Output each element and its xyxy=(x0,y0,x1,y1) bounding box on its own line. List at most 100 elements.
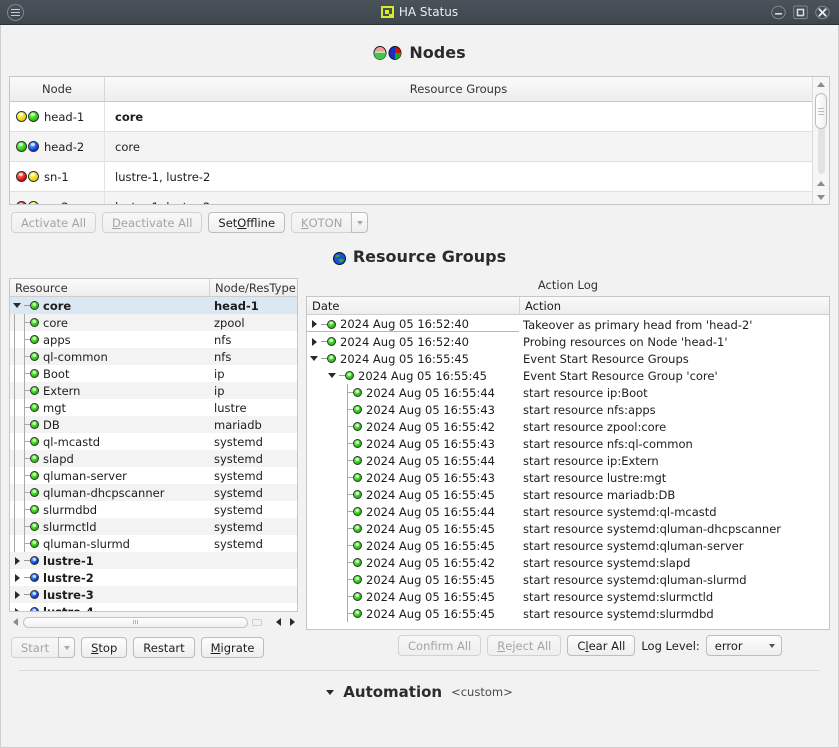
nodes-scroll-thumb[interactable] xyxy=(815,93,827,129)
resource-tree-row[interactable]: ql-mcastd systemd xyxy=(10,433,297,450)
action-log-row[interactable]: 2024 Aug 05 16:52:40 Takeover as primary … xyxy=(307,316,829,333)
resource-tree-row[interactable]: DB mariadb xyxy=(10,416,297,433)
action-log-row[interactable]: 2024 Aug 05 16:55:45 start resource syste… xyxy=(307,571,829,588)
twisty-collapsed-icon[interactable] xyxy=(10,573,24,582)
set-offline-button[interactable]: Set Offline xyxy=(208,212,286,233)
resource-col-type[interactable]: Node/ResType xyxy=(209,279,297,296)
action-log-row[interactable]: 2024 Aug 05 16:55:42 start resource syste… xyxy=(307,554,829,571)
scroll-page-icon[interactable] xyxy=(817,176,825,190)
resource-tree-row[interactable]: lustre-4 xyxy=(10,603,297,611)
resource-tree-box: Resource Node/ResType core head-1 core zpoo… xyxy=(9,278,298,612)
action-log-row[interactable]: 2024 Aug 05 16:55:44 start resource syste… xyxy=(307,503,829,520)
nodes-col-groups[interactable]: Resource Groups xyxy=(105,77,812,101)
resource-tree-row[interactable]: lustre-3 xyxy=(10,586,297,603)
action-log-row[interactable]: 2024 Aug 05 16:55:44 start resource ip:Bo… xyxy=(307,384,829,401)
node-groups-cell: lustre-1, lustre-2 xyxy=(105,192,812,205)
node-name: sn-2 xyxy=(44,200,69,205)
action-log-row[interactable]: 2024 Aug 05 16:55:45 Event Start Resource… xyxy=(307,350,829,367)
twisty-collapsed-icon[interactable] xyxy=(10,556,24,565)
action-log-row[interactable]: 2024 Aug 05 16:55:43 start resource nfs:q… xyxy=(307,435,829,452)
resource-tree-row[interactable]: slapd systemd xyxy=(10,450,297,467)
close-button[interactable] xyxy=(815,5,830,20)
status-led-green xyxy=(30,318,39,327)
log-action-cell: Takeover as primary head from 'head-2' xyxy=(523,317,753,332)
hscroll-page-left-icon[interactable] xyxy=(272,618,284,626)
nodes-scroll-track[interactable] xyxy=(815,93,827,174)
resource-tree-row[interactable]: core head-1 xyxy=(10,297,297,314)
twisty-collapsed-icon[interactable] xyxy=(307,320,321,328)
automation-section[interactable]: Automation <custom> xyxy=(9,671,830,701)
start-dropdown-button[interactable] xyxy=(58,637,76,658)
log-level-select[interactable]: error xyxy=(705,635,782,656)
action-log-row[interactable]: 2024 Aug 05 16:55:44 start resource ip:Ex… xyxy=(307,452,829,469)
scroll-down-icon[interactable] xyxy=(817,190,825,204)
action-log-row[interactable]: 2024 Aug 05 16:55:45 start resource syste… xyxy=(307,520,829,537)
nodes-vertical-scrollbar[interactable] xyxy=(812,77,829,204)
resource-tree-row[interactable]: mgt lustre xyxy=(10,399,297,416)
clear-all-button[interactable]: Cl ear All xyxy=(567,635,636,656)
resource-tree-row[interactable]: apps nfs xyxy=(10,331,297,348)
deactivate-all-button[interactable]: Deactivate All xyxy=(102,212,203,233)
log-col-date[interactable]: Date xyxy=(307,297,519,314)
activate-all-button[interactable]: Activate All xyxy=(11,212,97,233)
hscroll-right-icon[interactable] xyxy=(286,618,298,626)
hscroll-left-icon[interactable] xyxy=(9,618,21,626)
resource-tree-row[interactable]: slurmctld systemd xyxy=(10,518,297,535)
node-row[interactable]: sn-1 lustre-1, lustre-2 xyxy=(10,162,812,192)
migrate-button[interactable]: Migrate xyxy=(200,637,265,658)
log-date-text: 2024 Aug 05 16:55:44 xyxy=(366,453,495,468)
maximize-button[interactable] xyxy=(793,5,808,20)
start-button[interactable]: Start xyxy=(11,637,59,658)
resource-tree-row[interactable]: qluman-slurmd systemd xyxy=(10,535,297,552)
node-row[interactable]: head-1 core xyxy=(10,102,812,132)
resource-tree-hscrollbar[interactable] xyxy=(9,612,298,630)
reject-all-button[interactable]: Reject All xyxy=(487,635,562,656)
automation-title: Automation xyxy=(343,683,443,701)
stop-button[interactable]: Stop xyxy=(81,637,128,658)
action-log-row[interactable]: 2024 Aug 05 16:55:43 start resource lustr… xyxy=(307,469,829,486)
action-log-row[interactable]: 2024 Aug 05 16:55:45 start resource syste… xyxy=(307,537,829,554)
resource-tree-row[interactable]: Boot ip xyxy=(10,365,297,382)
koton-button[interactable]: K OTON xyxy=(291,212,352,233)
twisty-collapsed-icon[interactable] xyxy=(10,590,24,599)
log-date-text: 2024 Aug 05 16:55:45 xyxy=(366,606,495,621)
twisty-expanded-icon[interactable] xyxy=(10,303,24,308)
resource-tree-row[interactable]: core zpool xyxy=(10,314,297,331)
scroll-up-icon[interactable] xyxy=(817,77,825,91)
restart-button[interactable]: Restart xyxy=(133,637,195,658)
hscroll-track[interactable] xyxy=(23,616,270,628)
action-log-row[interactable]: 2024 Aug 05 16:55:42 start resource zpool… xyxy=(307,418,829,435)
twisty-expanded-icon[interactable] xyxy=(307,356,321,361)
koton-split-button[interactable]: K OTON xyxy=(291,212,369,233)
log-date-text: 2024 Aug 05 16:55:45 xyxy=(366,487,495,502)
node-row[interactable]: head-2 core xyxy=(10,132,812,162)
action-log-row[interactable]: 2024 Aug 05 16:55:45 Event Start Resource… xyxy=(307,367,829,384)
node-row[interactable]: sn-2 lustre-1, lustre-2 xyxy=(10,192,812,204)
chevron-down-icon[interactable] xyxy=(326,689,335,695)
action-log-row[interactable]: 2024 Aug 05 16:55:43 start resource nfs:a… xyxy=(307,401,829,418)
twisty-collapsed-icon[interactable] xyxy=(307,337,321,346)
resource-tree-row[interactable]: lustre-2 xyxy=(10,569,297,586)
twisty-expanded-icon[interactable] xyxy=(325,373,339,378)
resource-tree-row[interactable]: lustre-1 xyxy=(10,552,297,569)
log-col-action[interactable]: Action xyxy=(519,297,829,314)
twisty-collapsed-icon[interactable] xyxy=(10,607,24,611)
start-split-button[interactable]: Start xyxy=(11,637,76,658)
action-log-row[interactable]: 2024 Aug 05 16:55:45 start resource maria… xyxy=(307,486,829,503)
status-led-green xyxy=(30,539,39,548)
resource-tree-row[interactable]: slurmdbd systemd xyxy=(10,501,297,518)
resource-col-resource[interactable]: Resource xyxy=(10,279,209,296)
minimize-button[interactable] xyxy=(771,5,786,20)
resource-tree-row[interactable]: ql-common nfs xyxy=(10,348,297,365)
confirm-all-button[interactable]: Confirm All xyxy=(398,635,482,656)
status-led-green xyxy=(353,439,362,448)
resource-tree-row[interactable]: qluman-server systemd xyxy=(10,467,297,484)
hscroll-thumb[interactable] xyxy=(23,616,248,628)
action-log-row[interactable]: 2024 Aug 05 16:55:45 start resource syste… xyxy=(307,605,829,622)
nodes-col-node[interactable]: Node xyxy=(10,77,105,101)
resource-tree-row[interactable]: qluman-dhcpscanner systemd xyxy=(10,484,297,501)
action-log-row[interactable]: 2024 Aug 05 16:52:40 Probing resources on… xyxy=(307,333,829,350)
koton-dropdown-button[interactable] xyxy=(351,212,369,233)
action-log-row[interactable]: 2024 Aug 05 16:55:45 start resource syste… xyxy=(307,588,829,605)
resource-tree-row[interactable]: Extern ip xyxy=(10,382,297,399)
